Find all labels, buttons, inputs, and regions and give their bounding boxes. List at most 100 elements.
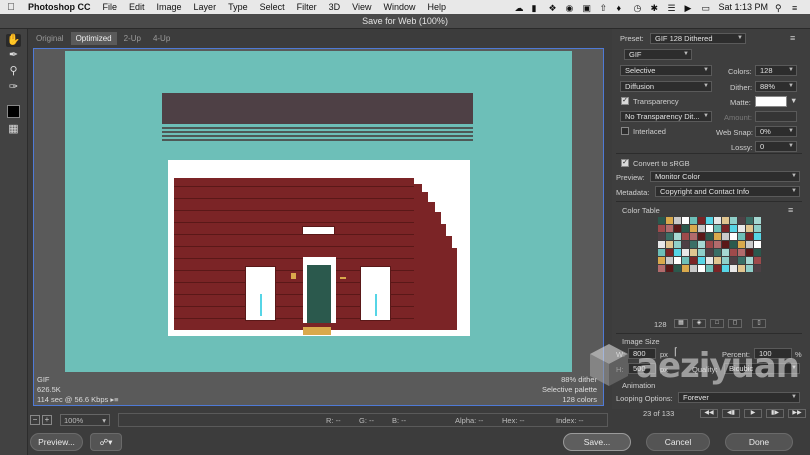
color-swatch[interactable]	[738, 225, 745, 232]
color-table-grid[interactable]	[658, 217, 762, 313]
zoom-tool-icon[interactable]: ⚲	[6, 65, 21, 78]
color-swatch[interactable]	[666, 249, 673, 256]
color-swatch[interactable]	[690, 257, 697, 264]
zoom-out-button[interactable]: −	[30, 415, 40, 425]
eyedropper-tool-icon[interactable]: ✑	[6, 81, 21, 94]
color-swatch[interactable]	[682, 225, 689, 232]
previous-frame-icon[interactable]: ◀▮	[722, 409, 740, 418]
creative-cloud-icon[interactable]: ☁	[514, 3, 524, 13]
color-swatch[interactable]	[714, 257, 721, 264]
color-swatch[interactable]	[698, 241, 705, 248]
color-swatch[interactable]	[682, 217, 689, 224]
color-swatch[interactable]	[658, 265, 665, 272]
color-swatch[interactable]	[722, 225, 729, 232]
menu-view[interactable]: View	[346, 2, 377, 12]
color-swatch[interactable]	[722, 217, 729, 224]
color-swatch[interactable]	[658, 233, 665, 240]
color-swatch[interactable]	[738, 265, 745, 272]
timemachine-icon[interactable]: ◷	[633, 3, 643, 13]
dropbox-icon[interactable]: ❖	[548, 3, 558, 13]
upload-icon[interactable]: ⇧	[599, 3, 609, 13]
color-swatch[interactable]	[682, 241, 689, 248]
color-swatch[interactable]	[690, 225, 697, 232]
menu-edit[interactable]: Edit	[123, 2, 151, 12]
bluetooth-icon[interactable]: ✱	[650, 3, 660, 13]
interlaced-checkbox[interactable]	[621, 127, 629, 135]
save-button[interactable]: Save...	[563, 433, 631, 451]
done-button[interactable]: Done	[725, 433, 793, 451]
color-swatch[interactable]	[690, 233, 697, 240]
menu-filter[interactable]: Filter	[291, 2, 323, 12]
color-swatch[interactable]	[666, 225, 673, 232]
menu-file[interactable]: File	[97, 2, 124, 12]
lossy-field[interactable]: 0 ▼	[755, 141, 797, 152]
color-swatch[interactable]	[658, 249, 665, 256]
trash-icon[interactable]: ▯	[752, 319, 766, 328]
dither-field[interactable]: 88% ▼	[755, 81, 797, 92]
color-swatch[interactable]	[738, 257, 745, 264]
colors-field[interactable]: 128 ▼	[755, 65, 797, 76]
color-swatch[interactable]	[746, 225, 753, 232]
color-swatch[interactable]	[738, 241, 745, 248]
color-swatch[interactable]	[722, 249, 729, 256]
menu-layer[interactable]: Layer	[188, 2, 223, 12]
menubar-clock[interactable]: Sat 1:13 PM	[718, 2, 768, 12]
apple-icon[interactable]: 	[0, 2, 22, 13]
file-format-dropdown[interactable]: GIF ▼	[624, 49, 692, 60]
optimized-preview[interactable]: GIF 626.5K 114 sec @ 56.6 Kbps ▸≡ 88% di…	[33, 48, 604, 406]
color-reduction-dropdown[interactable]: Selective ▼	[620, 65, 712, 76]
slice-select-tool-icon[interactable]: ✒	[6, 49, 21, 62]
metadata-dropdown[interactable]: Copyright and Contact Info ▼	[655, 186, 800, 197]
color-swatch[interactable]	[706, 217, 713, 224]
color-swatch[interactable]	[674, 249, 681, 256]
color-swatch[interactable]	[738, 217, 745, 224]
preview-button[interactable]: Preview...	[30, 433, 83, 451]
color-swatch[interactable]	[706, 225, 713, 232]
color-swatch[interactable]	[730, 225, 737, 232]
eyedropper-color-swatch[interactable]	[7, 105, 20, 118]
color-swatch[interactable]	[666, 241, 673, 248]
color-swatch[interactable]	[714, 217, 721, 224]
color-swatch[interactable]	[738, 233, 745, 240]
list-icon[interactable]: ≡	[792, 3, 802, 13]
color-swatch[interactable]	[730, 265, 737, 272]
search-icon[interactable]: ⚲	[775, 3, 785, 13]
color-swatch[interactable]	[706, 233, 713, 240]
wifi-icon[interactable]: ☰	[667, 3, 677, 13]
preset-dropdown[interactable]: GIF 128 Dithered ▼	[650, 33, 746, 44]
color-swatch[interactable]	[698, 217, 705, 224]
cancel-button[interactable]: Cancel	[646, 433, 710, 451]
dither-algorithm-dropdown[interactable]: Diffusion ▼	[620, 81, 712, 92]
color-swatch[interactable]	[658, 257, 665, 264]
color-swatch[interactable]	[658, 225, 665, 232]
websnap-field[interactable]: 0% ▼	[755, 126, 797, 137]
color-swatch[interactable]	[682, 265, 689, 272]
color-swatch[interactable]	[666, 233, 673, 240]
color-swatch[interactable]	[674, 217, 681, 224]
tab-original[interactable]: Original	[31, 32, 69, 45]
color-table-menu-icon[interactable]: ≡	[788, 205, 793, 215]
color-swatch[interactable]	[690, 217, 697, 224]
color-swatch[interactable]	[674, 233, 681, 240]
color-swatch[interactable]	[714, 249, 721, 256]
color-swatch[interactable]	[746, 265, 753, 272]
color-swatch[interactable]	[746, 217, 753, 224]
map-transparent-icon[interactable]: ▦	[674, 319, 688, 328]
download-menu-icon[interactable]: ▸≡	[110, 395, 118, 404]
transparency-checkbox[interactable]: ✓	[621, 97, 629, 105]
color-swatch[interactable]	[754, 249, 761, 256]
color-swatch[interactable]	[730, 249, 737, 256]
color-swatch[interactable]	[706, 241, 713, 248]
color-swatch[interactable]	[666, 265, 673, 272]
play-icon[interactable]: ▶	[744, 409, 762, 418]
screen-icon[interactable]: ▣	[582, 3, 592, 13]
color-swatch[interactable]	[690, 241, 697, 248]
menu-select[interactable]: Select	[254, 2, 291, 12]
convert-srgb-checkbox[interactable]: ✓	[621, 159, 629, 167]
bell-icon[interactable]: ♦	[616, 3, 626, 13]
color-swatch[interactable]	[714, 225, 721, 232]
color-swatch[interactable]	[690, 249, 697, 256]
battery-icon[interactable]: ▭	[701, 3, 711, 13]
next-frame-icon[interactable]: ▮▶	[766, 409, 784, 418]
color-swatch[interactable]	[674, 257, 681, 264]
